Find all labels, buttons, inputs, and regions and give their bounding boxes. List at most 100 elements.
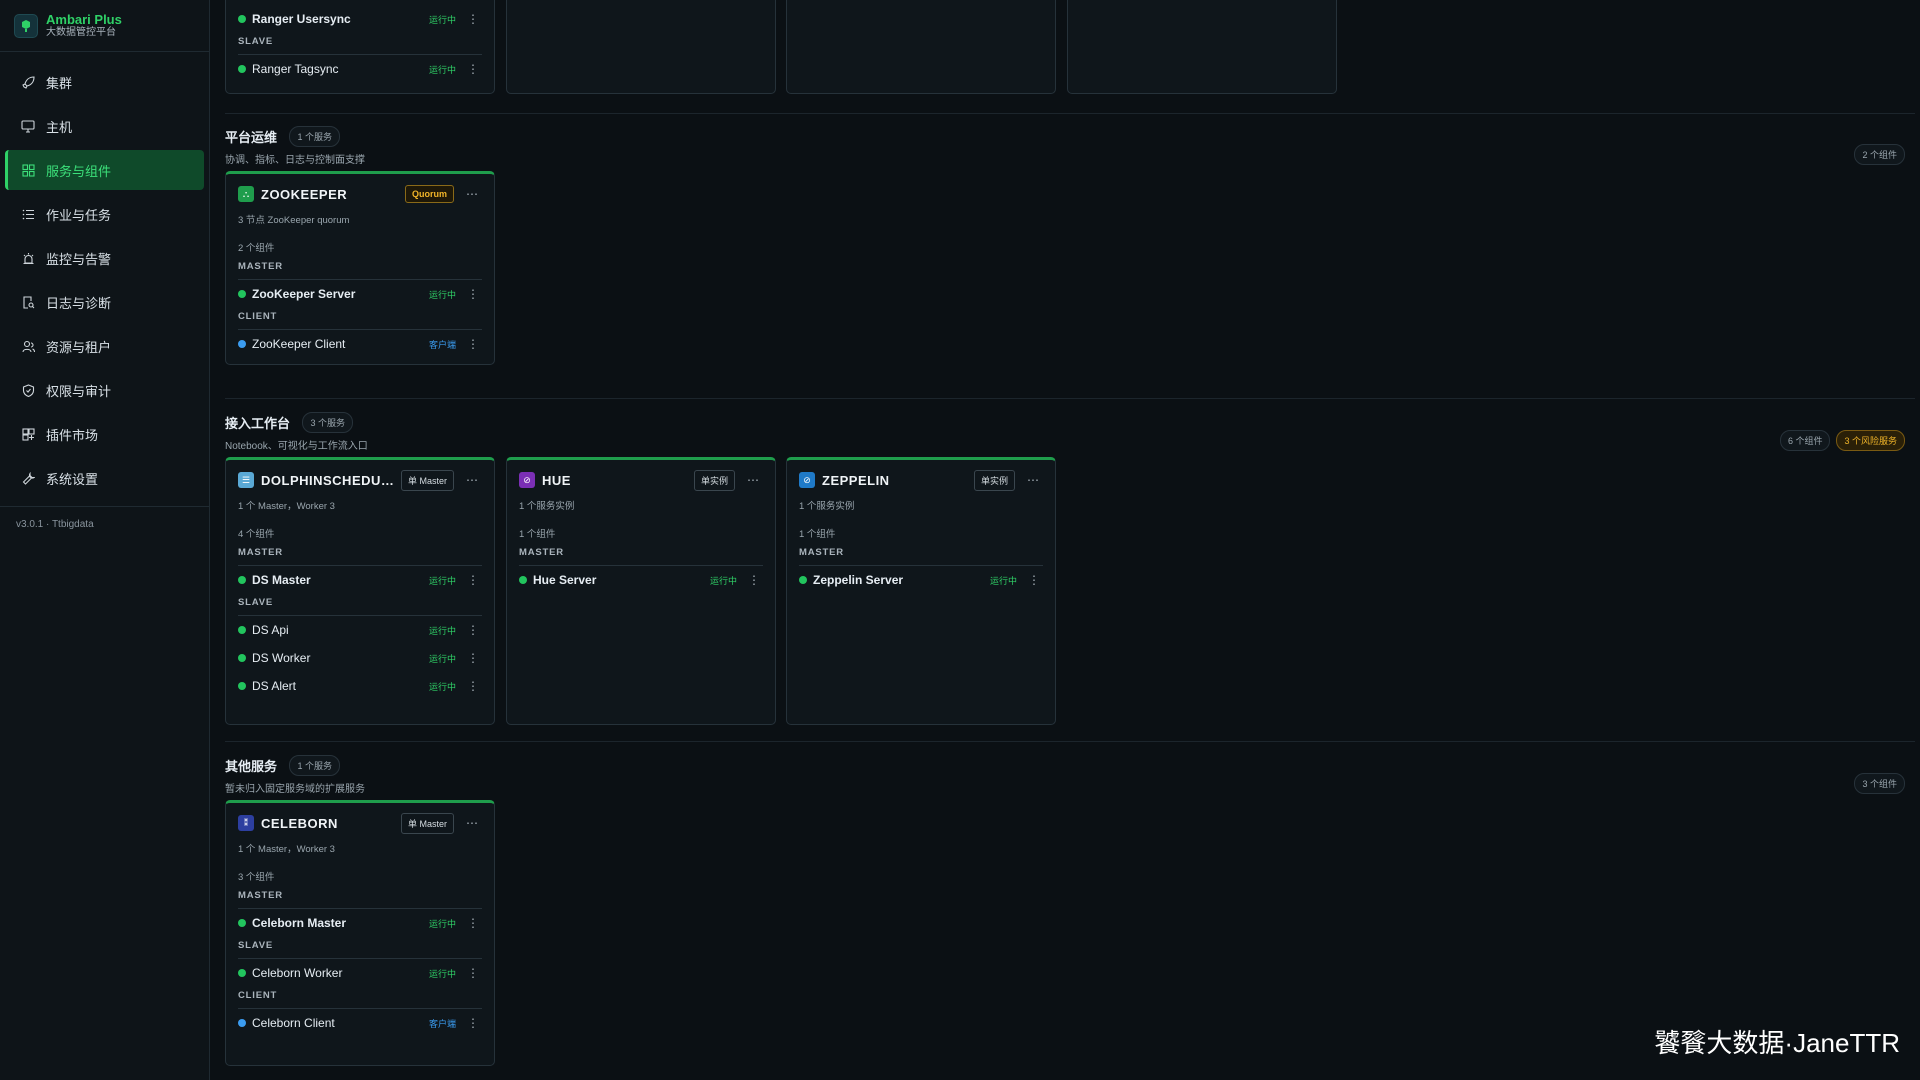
kebab-menu-icon[interactable]: ⋮	[1025, 573, 1043, 587]
nav-label: 插件市场	[46, 427, 99, 443]
component-row[interactable]: Zeppelin Server 运行中 ⋮	[787, 566, 1055, 594]
role-label: MASTER	[238, 544, 482, 566]
kebab-menu-icon[interactable]: ⋮	[464, 12, 482, 26]
component-status: 运行中	[428, 575, 456, 586]
component-row[interactable]: ZooKeeper Server 运行中 ⋮	[226, 280, 494, 308]
status-dot-icon	[238, 626, 246, 634]
card-header: ⊘ HUE 单实例 ⋯	[507, 460, 775, 500]
section-stats: 2 个组件	[1846, 144, 1905, 165]
status-dot-icon	[238, 290, 246, 298]
service-name[interactable]: HUE	[542, 473, 688, 488]
component-row[interactable]: Ranger Usersync 运行中 ⋮	[226, 5, 494, 33]
component-row[interactable]: Celeborn Worker 运行中 ⋮	[226, 959, 494, 987]
more-options-icon[interactable]: ⋯	[462, 816, 482, 830]
celeborn-icon: ⁑	[238, 815, 254, 831]
kebab-menu-icon[interactable]: ⋮	[464, 62, 482, 76]
nav-item-settings[interactable]: 系统设置	[5, 458, 204, 498]
status-dot-icon	[238, 682, 246, 690]
component-row[interactable]: Hue Server 运行中 ⋮	[507, 566, 775, 594]
component-name: ZooKeeper Server	[252, 287, 356, 301]
more-options-icon[interactable]: ⋯	[743, 473, 763, 487]
nav-label: 日志与诊断	[46, 295, 112, 311]
component-row[interactable]: DS Alert 运行中 ⋮	[226, 672, 494, 700]
nav-item-plugins[interactable]: 插件市场	[5, 414, 204, 454]
component-row[interactable]: Celeborn Client 客户端 ⋮	[226, 1009, 494, 1037]
kebab-menu-icon[interactable]: ⋮	[464, 679, 482, 693]
service-card[interactable]	[1067, 0, 1337, 94]
status-dot-icon	[238, 15, 246, 23]
nav-menu: 集群 主机 服务与组件 作业与任务 监控与告警 日志与诊断 资源与租户 权限与审…	[0, 52, 209, 498]
service-name[interactable]: CELEBORN	[261, 816, 395, 831]
shield-icon	[20, 382, 36, 398]
nav-item-logs[interactable]: 日志与诊断	[5, 282, 204, 322]
component-count-pill: 2 个组件	[1854, 144, 1905, 165]
role-label: SLAVE	[238, 33, 482, 55]
component-row[interactable]: Ranger Tagsync 运行中 ⋮	[226, 55, 494, 83]
role-label: SLAVE	[238, 937, 482, 959]
component-status: 运行中	[428, 918, 456, 929]
component-row[interactable]: DS Worker 运行中 ⋮	[226, 644, 494, 672]
more-options-icon[interactable]: ⋯	[1023, 473, 1043, 487]
plugin-icon	[20, 426, 36, 442]
service-card-dolphinscheduler[interactable]: ☰ DOLPHINSCHEDULER 单 Master ⋯ 1 个 Master…	[225, 457, 495, 725]
service-card[interactable]	[506, 0, 776, 94]
nav-item-jobs[interactable]: 作业与任务	[5, 194, 204, 234]
service-card-zeppelin[interactable]: ⊘ ZEPPELIN 单实例 ⋯ 1 个服务实例 1 个组件 MASTER Ze…	[786, 457, 1056, 725]
risk-services-pill[interactable]: 3 个风险服务	[1836, 430, 1905, 451]
component-name: DS Worker	[252, 651, 311, 665]
status-dot-icon	[238, 919, 246, 927]
component-status: 运行中	[428, 289, 456, 300]
service-card-celeborn[interactable]: ⁑ CELEBORN 单 Master ⋯ 1 个 Master，Worker …	[225, 800, 495, 1066]
kebab-menu-icon[interactable]: ⋮	[464, 651, 482, 665]
status-dot-icon	[519, 576, 527, 584]
service-name[interactable]: DOLPHINSCHEDULER	[261, 473, 395, 488]
kebab-menu-icon[interactable]: ⋮	[464, 287, 482, 301]
component-count: 1 个组件	[519, 529, 556, 540]
component-row[interactable]: Celeborn Master 运行中 ⋮	[226, 909, 494, 937]
wrench-icon	[20, 470, 36, 486]
nav-label: 系统设置	[46, 471, 99, 487]
kebab-menu-icon[interactable]: ⋮	[464, 916, 482, 930]
component-row[interactable]: ZooKeeper Client 客户端 ⋮	[226, 330, 494, 358]
nav-item-monitoring[interactable]: 监控与告警	[5, 238, 204, 278]
kebab-menu-icon[interactable]: ⋮	[464, 1016, 482, 1030]
service-summary: 1 个 Master，Worker 3	[238, 501, 335, 512]
nav-item-permissions[interactable]: 权限与审计	[5, 370, 204, 410]
alarm-icon	[20, 250, 36, 266]
brand[interactable]: Ambari Plus 大数据管控平台	[0, 0, 209, 52]
quorum-badge: Quorum	[405, 185, 454, 203]
kebab-menu-icon[interactable]: ⋮	[745, 573, 763, 587]
nav-item-hosts[interactable]: 主机	[5, 106, 204, 146]
more-options-icon[interactable]: ⋯	[462, 473, 482, 487]
kebab-menu-icon[interactable]: ⋮	[464, 966, 482, 980]
brand-title: Ambari Plus	[46, 12, 122, 27]
service-card-zookeeper[interactable]: ⛬ ZOOKEEPER Quorum ⋯ 3 节点 ZooKeeper quor…	[225, 171, 495, 365]
service-name[interactable]: ZEPPELIN	[822, 473, 968, 488]
component-count-pill: 6 个组件	[1779, 430, 1831, 451]
service-card-hue[interactable]: ⊘ HUE 单实例 ⋯ 1 个服务实例 1 个组件 MASTER Hue Ser…	[506, 457, 776, 725]
role-label: CLIENT	[238, 987, 482, 1009]
nav-item-services[interactable]: 服务与组件	[5, 150, 204, 190]
kebab-menu-icon[interactable]: ⋮	[464, 623, 482, 637]
nav-item-cluster[interactable]: 集群	[5, 62, 204, 102]
kebab-menu-icon[interactable]: ⋮	[464, 337, 482, 351]
nav-item-resources[interactable]: 资源与租户	[5, 326, 204, 366]
service-card[interactable]	[786, 0, 1056, 94]
service-count-pill: 1 个服务	[289, 126, 340, 147]
nav-label: 监控与告警	[46, 251, 112, 267]
service-card-ranger: Ranger Usersync 运行中 ⋮ SLAVE Ranger Tagsy…	[225, 0, 495, 94]
component-row[interactable]: DS Master 运行中 ⋮	[226, 566, 494, 594]
component-status: 客户端	[428, 339, 456, 350]
app-logo-icon	[14, 13, 38, 38]
nav-label: 服务与组件	[46, 163, 112, 179]
service-name[interactable]: ZOOKEEPER	[261, 187, 399, 202]
more-options-icon[interactable]: ⋯	[462, 187, 482, 201]
service-summary: 1 个服务实例	[519, 501, 575, 512]
nav-label: 集群	[46, 75, 73, 91]
section-header-workbench: 接入工作台 3 个服务 Notebook、可视化与工作流入口 6 个组件 3 个…	[225, 412, 1915, 452]
component-row[interactable]: DS Api 运行中 ⋮	[226, 616, 494, 644]
section-title: 接入工作台	[225, 416, 291, 431]
component-status: 运行中	[428, 64, 456, 75]
kebab-menu-icon[interactable]: ⋮	[464, 573, 482, 587]
nav-label: 资源与租户	[46, 339, 112, 355]
